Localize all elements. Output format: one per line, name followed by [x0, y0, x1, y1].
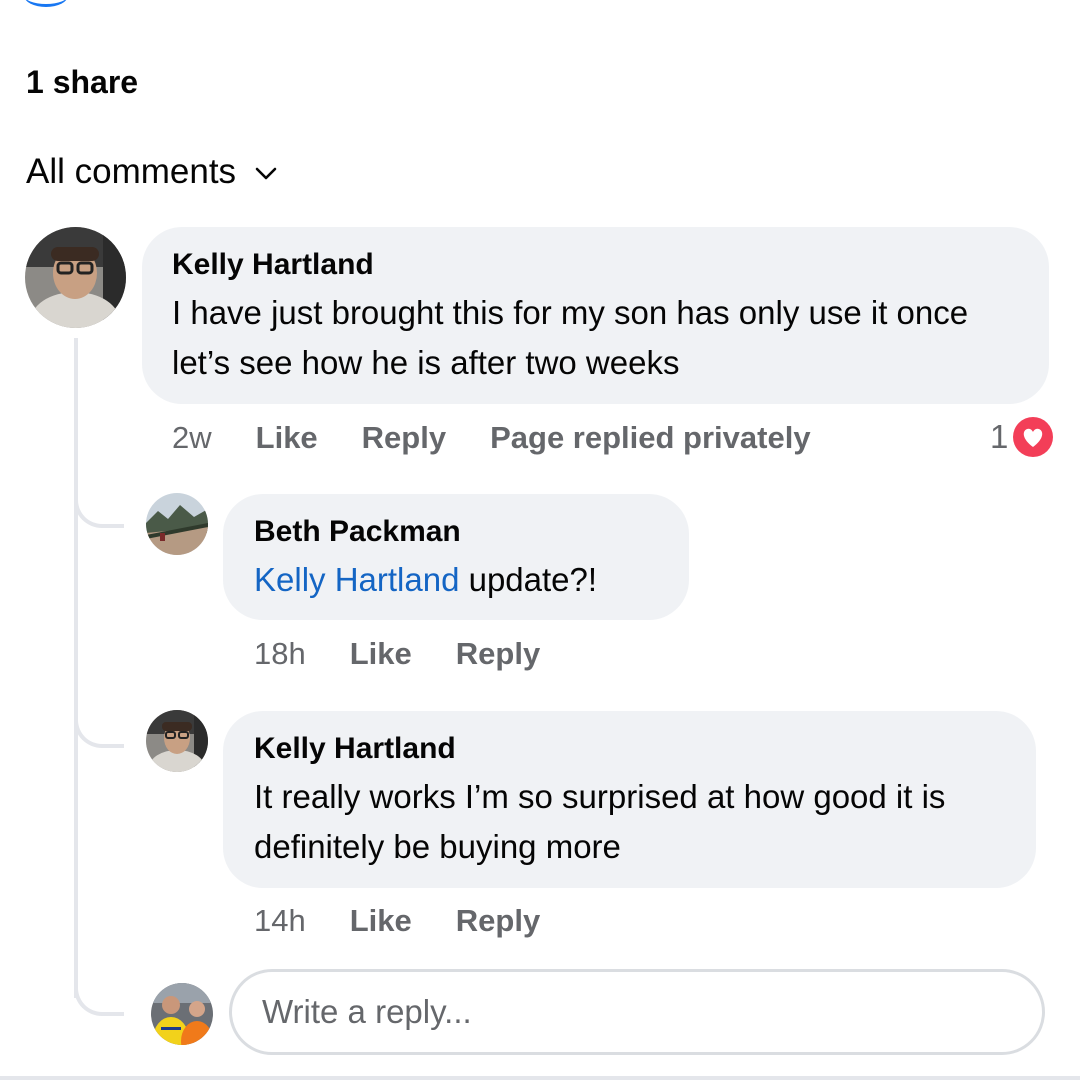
comment-actions: 14h Like Reply [254, 903, 540, 939]
comment-author[interactable]: Kelly Hartland [254, 732, 456, 766]
comment-filter-label: All comments [26, 152, 237, 191]
current-user-avatar[interactable] [151, 983, 213, 1045]
reaction-count: 1 [990, 418, 1009, 455]
thread-elbow [74, 484, 124, 528]
avatar[interactable] [25, 227, 126, 328]
comment-time[interactable]: 14h [254, 903, 306, 939]
reply-button[interactable]: Reply [362, 420, 446, 456]
avatar-image [151, 983, 213, 1045]
reply-button[interactable]: Reply [456, 636, 540, 672]
like-button[interactable]: Like [350, 636, 412, 672]
comment-time[interactable]: 18h [254, 636, 306, 672]
share-count[interactable]: 1 share [26, 64, 138, 101]
thread-elbow [74, 972, 124, 1016]
comment-actions: 18h Like Reply [254, 636, 540, 672]
reply-input[interactable]: Write a reply... [229, 969, 1045, 1055]
divider [0, 1076, 1080, 1080]
comment-text: It really works I’m so surprised at how … [254, 778, 946, 865]
comment-filter-dropdown[interactable]: All comments [26, 152, 278, 192]
avatar-image [25, 227, 126, 328]
page-replied-privately: Page replied privately [490, 420, 811, 455]
avatar-image [146, 493, 208, 555]
comment-actions: 2w Like Reply Page replied privately [172, 420, 811, 456]
love-reaction-icon [1013, 417, 1054, 457]
reply-button[interactable]: Reply [456, 903, 540, 939]
avatar[interactable] [146, 710, 208, 772]
chevron-down-icon [255, 167, 277, 180]
comment-time[interactable]: 2w [172, 420, 212, 456]
thread-elbow [74, 704, 124, 748]
comment-body: update?! [459, 561, 598, 598]
mention-link[interactable]: Kelly Hartland [254, 561, 459, 598]
comment-author[interactable]: Beth Packman [254, 515, 461, 549]
previous-avatar-edge [24, 0, 68, 7]
reply-input-placeholder: Write a reply... [262, 993, 472, 1030]
like-button[interactable]: Like [256, 420, 318, 456]
like-button[interactable]: Like [350, 903, 412, 939]
thread-line [74, 338, 78, 998]
avatar-image [146, 710, 208, 772]
comment-author[interactable]: Kelly Hartland [172, 248, 374, 282]
comment-text: I have just brought this for my son has … [172, 294, 969, 381]
comment-text: Kelly Hartland update?! [254, 555, 597, 605]
reaction-summary[interactable]: 1 [990, 416, 1054, 458]
avatar[interactable] [146, 493, 208, 555]
